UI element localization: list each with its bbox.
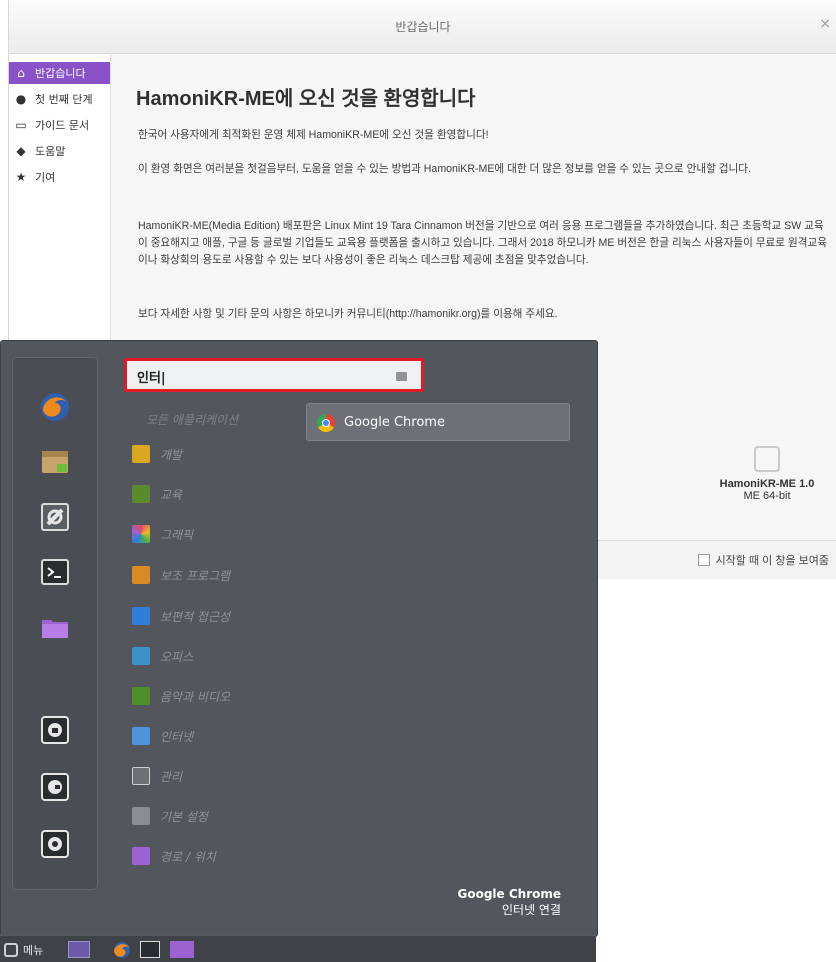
page-title: HamoniKR-ME에 오신 것을 환영합니다 [136,88,476,110]
hamonikr-logo-icon [4,942,18,957]
development-icon [132,445,150,463]
clear-search-icon[interactable] [396,372,407,381]
graphics-icon [132,525,150,543]
accessibility-icon [132,607,150,625]
sidebar-item-welcome[interactable]: ⌂ 반갑습니다 [9,62,110,84]
logout-icon[interactable] [39,771,71,803]
star-icon: ★ [15,170,27,184]
menu-button-label: 메뉴 [23,943,44,957]
description-text: 인터넷 연결 [501,903,561,917]
category-education[interactable]: 교육 [132,481,182,507]
search-text: 인터| [137,371,166,386]
category-label: 인터넷 [160,729,194,744]
firefox-icon[interactable] [39,391,71,423]
sidebar-item-first-steps[interactable]: ● 첫 번째 단계 [9,88,110,110]
files-icon[interactable] [39,611,71,643]
favorites-bar [12,357,98,890]
files-launcher-icon[interactable] [170,941,194,958]
lock-screen-icon[interactable] [39,714,71,746]
category-label: 관리 [160,769,183,784]
internet-icon [132,727,150,745]
chrome-icon [317,414,335,432]
places-icon [132,847,150,865]
multimedia-icon [132,687,150,705]
category-label: 교육 [160,487,183,502]
shutdown-icon[interactable] [39,828,71,860]
window-title: 반갑습니다 [395,20,451,34]
software-manager-icon[interactable] [39,446,71,478]
system-settings-icon[interactable] [39,501,71,533]
intro-paragraph: 한국어 사용자에게 최적화된 운영 체제 HamoniKR-ME에 오신 것을 … [138,129,489,141]
menu-button[interactable]: 메뉴 [4,941,54,958]
category-label: 보편적 접근성 [160,609,231,624]
office-icon [132,647,150,665]
info-icon: ● [15,92,27,106]
sidebar-item-label: 도움말 [35,145,66,158]
description-app-name: Google Chrome [457,887,561,901]
sidebar-item-label: 가이드 문서 [35,119,90,132]
application-menu: 인터| 모든 애플리케이션 Google Chrome 개발 교육 그래픽 보조… [0,340,598,937]
brand-name: HamoniKR-ME 1.0 [719,478,815,490]
book-icon: ▭ [15,118,27,132]
category-accessories[interactable]: 보조 프로그램 [132,562,230,588]
checkbox-label: 시작할 때 이 창을 보여줌 [715,555,829,567]
chat-icon: ◆ [16,144,26,158]
category-label: 경로 / 위치 [160,849,216,864]
category-accessibility[interactable]: 보편적 접근성 [132,603,230,629]
taskbar: 메뉴 [0,935,596,962]
category-office[interactable]: 오피스 [132,643,193,669]
title-bar[interactable]: 반갑습니다 × [9,0,836,54]
sidebar-item-label: 첫 번째 단계 [35,93,93,106]
show-desktop-icon[interactable] [68,941,90,958]
terminal-launcher-icon[interactable] [140,941,160,958]
selected-app-description: Google Chrome 인터넷 연결 [457,887,561,918]
checkbox-icon[interactable] [697,554,710,566]
sidebar-item-label: 기여 [35,171,56,184]
category-label: 기본 설정 [160,809,208,824]
preferences-icon [132,807,150,825]
hamonikr-logo-icon [754,446,780,472]
category-label: 음악과 비디오 [160,689,231,704]
category-label: 개발 [160,447,183,462]
show-on-startup-checkbox[interactable]: 시작할 때 이 창을 보여줌 [697,552,829,568]
category-internet[interactable]: 인터넷 [132,723,193,749]
search-result-google-chrome[interactable]: Google Chrome [306,403,570,441]
category-places[interactable]: 경로 / 위치 [132,843,216,869]
category-label: 오피스 [160,649,194,664]
sidebar-item-contribute[interactable]: ★ 기여 [9,166,110,188]
sidebar-item-label: 반갑습니다 [35,67,86,80]
category-label: 그래픽 [160,527,194,542]
brand-build: ME 64-bit [743,490,791,502]
terminal-icon[interactable] [39,556,71,588]
category-multimedia[interactable]: 음악과 비디오 [132,683,230,709]
category-preferences[interactable]: 기본 설정 [132,803,208,829]
firefox-launcher-icon[interactable] [112,941,132,958]
close-icon[interactable]: × [819,16,831,32]
guide-paragraph: 이 환영 화면은 여러분을 첫걸음부터, 도움을 얻을 수 있는 방법과 Ham… [138,163,751,175]
category-label: 보조 프로그램 [160,568,231,583]
administration-icon [132,767,150,785]
community-paragraph: 보다 자세한 사항 및 기타 문의 사항은 하모니카 커뮤니티(http://h… [138,308,558,320]
brand-info: HamoniKR-ME 1.0 ME 64-bit [697,446,836,502]
result-label: Google Chrome [344,415,445,430]
home-icon: ⌂ [17,66,25,80]
category-administration[interactable]: 관리 [132,763,182,789]
category-graphics[interactable]: 그래픽 [132,521,193,547]
category-development[interactable]: 개발 [132,441,182,467]
sidebar-item-help[interactable]: ◆ 도움말 [9,140,110,162]
search-input[interactable]: 인터| [124,358,424,392]
education-icon [132,485,150,503]
edition-paragraph: HamoniKR-ME(Media Edition) 배포판은 Linux Mi… [138,220,827,266]
category-all-applications[interactable]: 모든 애플리케이션 [146,411,238,428]
accessories-icon [132,566,150,584]
sidebar-item-documentation[interactable]: ▭ 가이드 문서 [9,114,110,136]
